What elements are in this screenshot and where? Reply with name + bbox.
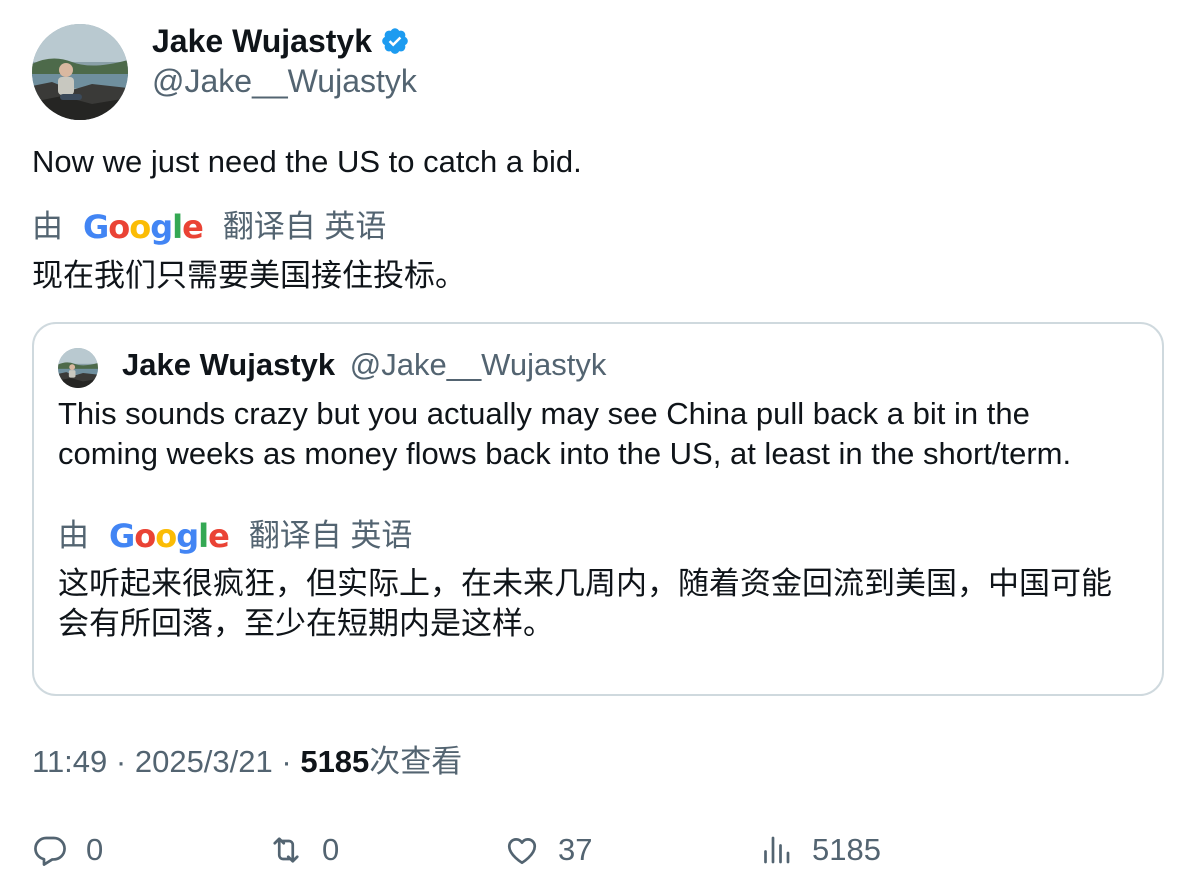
- translation-by-label: 由: [32, 209, 63, 244]
- tweet-meta: 11:49 · 2025/3/21 · 5185次查看: [32, 742, 462, 782]
- like-count: 37: [558, 832, 593, 867]
- views-icon: [764, 836, 790, 864]
- google-logo[interactable]: Google: [83, 207, 204, 247]
- quoted-author-avatar[interactable]: [58, 348, 98, 388]
- meta-separator: ·: [272, 744, 301, 779]
- translation-by-label: 由: [58, 518, 89, 553]
- retweet-button[interactable]: 0: [268, 828, 339, 872]
- meta-separator: ·: [107, 744, 135, 779]
- like-button[interactable]: 37: [504, 828, 592, 872]
- quoted-tweet-header: Jake Wujastyk @Jake__Wujastyk: [122, 346, 606, 384]
- author-avatar[interactable]: [32, 24, 128, 120]
- author-handle[interactable]: @Jake__Wujastyk: [152, 62, 417, 100]
- quoted-tweet-card[interactable]: Jake Wujastyk @Jake__Wujastyk This sound…: [32, 322, 1164, 696]
- tweet-date[interactable]: 2025/3/21: [135, 744, 273, 779]
- quoted-author-handle[interactable]: @Jake__Wujastyk: [350, 347, 607, 382]
- views-label: 次查看: [369, 744, 463, 779]
- author-name-text[interactable]: Jake Wujastyk: [152, 22, 372, 60]
- views-button[interactable]: 5185: [758, 828, 881, 872]
- views-action-count: 5185: [812, 832, 881, 867]
- verified-badge-icon[interactable]: [380, 26, 410, 56]
- views-count: 5185: [300, 744, 370, 779]
- avatar-photo: [58, 348, 98, 388]
- reply-button[interactable]: 0: [32, 828, 103, 872]
- author-name[interactable]: Jake Wujastyk: [152, 22, 410, 60]
- avatar-photo: [32, 24, 128, 120]
- reply-icon: [34, 836, 66, 866]
- translation-from-label: 翻译自 英语: [222, 209, 387, 244]
- retweet-count: 0: [322, 832, 340, 867]
- translated-tweet-text: 现在我们只需要美国接住投标。: [32, 258, 466, 294]
- quoted-tweet-text: This sounds crazy but you actually may s…: [58, 396, 1072, 471]
- translation-attribution: 由 Google 翻译自 英语: [32, 207, 386, 247]
- tweet-action-bar: 0 0 37 5185: [0, 828, 1196, 876]
- translation-from-label: 翻译自 英语: [248, 518, 413, 553]
- google-logo[interactable]: Google: [109, 516, 230, 556]
- quoted-author-name[interactable]: Jake Wujastyk: [122, 347, 335, 382]
- tweet-time[interactable]: 11:49: [32, 744, 107, 779]
- reply-count: 0: [86, 832, 104, 867]
- like-icon: [507, 838, 537, 865]
- retweet-icon: [273, 837, 299, 863]
- quoted-translated-text: 这听起来很疯狂，但实际上，在未来几周内，随着资金回流到美国，中国可能会有所回落，…: [58, 566, 1112, 642]
- tweet-text: Now we just need the US to catch a bid.: [32, 144, 582, 179]
- quoted-translation-attribution: 由 Google 翻译自 英语: [58, 516, 412, 556]
